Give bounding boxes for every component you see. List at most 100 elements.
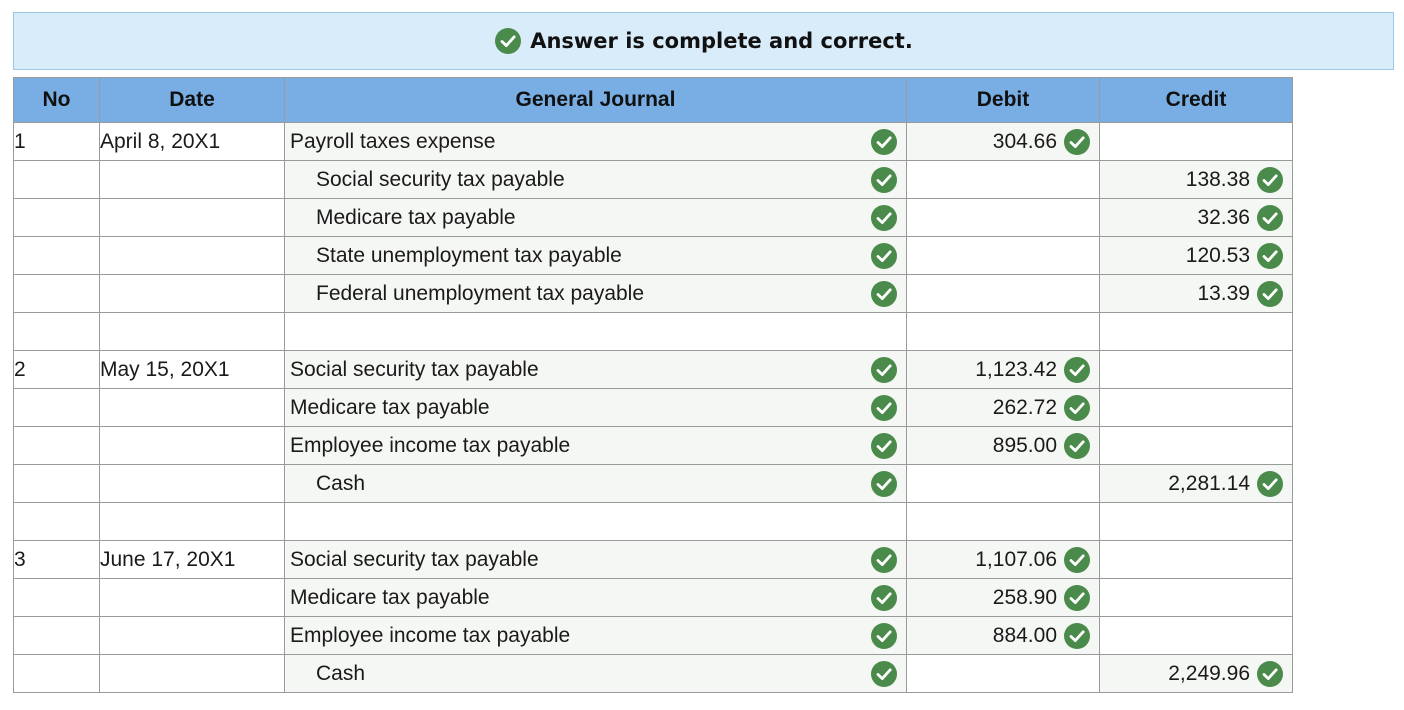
debit-cell[interactable]: 895.00	[906, 426, 1100, 465]
credit-cell-content: 2,281.14	[1100, 470, 1292, 498]
credit-cell[interactable]: 138.38	[1099, 160, 1293, 199]
check-circle-icon	[870, 546, 898, 574]
account-cell[interactable]: Social security tax payable	[284, 350, 907, 389]
entry-date-cell	[99, 426, 285, 465]
empty-cell	[906, 502, 1100, 541]
account-cell[interactable]: Social security tax payable	[284, 160, 907, 199]
account-cell-content: Cash	[285, 470, 906, 498]
credit-cell[interactable]	[1099, 426, 1293, 465]
entry-date-cell	[99, 160, 285, 199]
empty-cell	[284, 502, 907, 541]
debit-cell[interactable]	[906, 464, 1100, 503]
credit-cell[interactable]: 32.36	[1099, 198, 1293, 237]
debit-cell[interactable]: 1,107.06	[906, 540, 1100, 579]
account-cell[interactable]: Medicare tax payable	[284, 388, 907, 427]
account-cell[interactable]: Employee income tax payable	[284, 616, 907, 655]
check-circle-icon	[870, 280, 898, 308]
account-name: Medicare tax payable	[290, 395, 490, 419]
check-circle-icon	[1063, 394, 1091, 422]
debit-cell[interactable]: 304.66	[906, 122, 1100, 161]
account-cell[interactable]: Medicare tax payable	[284, 198, 907, 237]
credit-cell-content: 120.53	[1100, 242, 1292, 270]
account-cell-content: Employee income tax payable	[285, 622, 906, 650]
credit-cell[interactable]	[1099, 388, 1293, 427]
table-row: Employee income tax payable 895.00	[13, 426, 1293, 465]
account-name: State unemployment tax payable	[316, 243, 622, 267]
credit-cell[interactable]	[1099, 122, 1293, 161]
entry-date-cell: June 17, 20X1	[99, 540, 285, 579]
debit-cell[interactable]: 258.90	[906, 578, 1100, 617]
account-name: Employee income tax payable	[290, 623, 571, 647]
credit-cell[interactable]	[1099, 578, 1293, 617]
check-circle-icon	[1063, 128, 1091, 156]
entry-date-cell	[99, 578, 285, 617]
account-cell-content: Social security tax payable	[285, 356, 906, 384]
account-cell-content: Social security tax payable	[285, 546, 906, 574]
entry-date-cell	[99, 198, 285, 237]
check-circle-icon	[1256, 204, 1284, 232]
empty-cell	[13, 502, 100, 541]
account-cell-content: Federal unemployment tax payable	[285, 280, 906, 308]
account-cell-content: Employee income tax payable	[285, 432, 906, 460]
check-circle-icon	[870, 166, 898, 194]
table-row: Medicare tax payable 258.90	[13, 578, 1293, 617]
credit-cell[interactable]: 120.53	[1099, 236, 1293, 275]
header-debit: Debit	[906, 77, 1100, 123]
entry-number-cell: 3	[13, 540, 100, 579]
journal-body: 1 April 8, 20X1 Payroll taxes expense 304.6…	[13, 122, 1293, 693]
debit-cell[interactable]	[906, 160, 1100, 199]
account-cell[interactable]: Cash	[284, 464, 907, 503]
account-cell[interactable]: Federal unemployment tax payable	[284, 274, 907, 313]
debit-amount: 304.66	[992, 129, 1057, 153]
account-cell-content: Cash	[285, 660, 906, 688]
credit-cell[interactable]: 2,249.96	[1099, 654, 1293, 693]
entry-number-cell	[13, 578, 100, 617]
debit-amount: 1,107.06	[975, 547, 1057, 571]
debit-cell[interactable]: 884.00	[906, 616, 1100, 655]
check-circle-icon	[870, 356, 898, 384]
header-no: No	[13, 77, 100, 123]
account-cell[interactable]: Employee income tax payable	[284, 426, 907, 465]
entry-number-cell	[13, 464, 100, 503]
table-row: Cash 2,249.96	[13, 654, 1293, 693]
check-circle-icon	[870, 622, 898, 650]
table-header-row: No Date General Journal Debit Credit	[13, 77, 1293, 123]
answer-status-text: Answer is complete and correct.	[530, 29, 913, 53]
table-row: Medicare tax payable 32.36	[13, 198, 1293, 237]
debit-cell[interactable]: 262.72	[906, 388, 1100, 427]
account-cell-content: Social security tax payable	[285, 166, 906, 194]
debit-cell[interactable]	[906, 654, 1100, 693]
credit-cell[interactable]: 2,281.14	[1099, 464, 1293, 503]
account-cell[interactable]: Medicare tax payable	[284, 578, 907, 617]
check-circle-icon	[1063, 356, 1091, 384]
account-cell[interactable]: State unemployment tax payable	[284, 236, 907, 275]
credit-amount: 138.38	[1185, 167, 1250, 191]
account-cell[interactable]: Cash	[284, 654, 907, 693]
debit-cell[interactable]	[906, 198, 1100, 237]
table-row: Medicare tax payable 262.72	[13, 388, 1293, 427]
account-cell[interactable]: Payroll taxes expense	[284, 122, 907, 161]
check-circle-icon	[494, 27, 522, 55]
table-row: Social security tax payable 138.38	[13, 160, 1293, 199]
check-circle-icon	[870, 242, 898, 270]
entry-date-cell: April 8, 20X1	[99, 122, 285, 161]
credit-cell[interactable]	[1099, 540, 1293, 579]
debit-cell[interactable]	[906, 274, 1100, 313]
check-circle-icon	[1063, 432, 1091, 460]
credit-cell[interactable]	[1099, 350, 1293, 389]
table-row: 1 April 8, 20X1 Payroll taxes expense 304.6…	[13, 122, 1293, 161]
empty-cell	[1099, 312, 1293, 351]
debit-cell[interactable]	[906, 236, 1100, 275]
account-cell[interactable]: Social security tax payable	[284, 540, 907, 579]
debit-amount: 895.00	[992, 433, 1057, 457]
credit-cell[interactable]: 13.39	[1099, 274, 1293, 313]
check-circle-icon	[1256, 470, 1284, 498]
debit-amount: 262.72	[992, 395, 1057, 419]
check-circle-icon	[870, 432, 898, 460]
credit-cell-content: 2,249.96	[1100, 660, 1292, 688]
account-cell-content: Medicare tax payable	[285, 204, 906, 232]
credit-cell[interactable]	[1099, 616, 1293, 655]
account-name: Medicare tax payable	[316, 205, 516, 229]
debit-cell[interactable]: 1,123.42	[906, 350, 1100, 389]
empty-cell	[1099, 502, 1293, 541]
